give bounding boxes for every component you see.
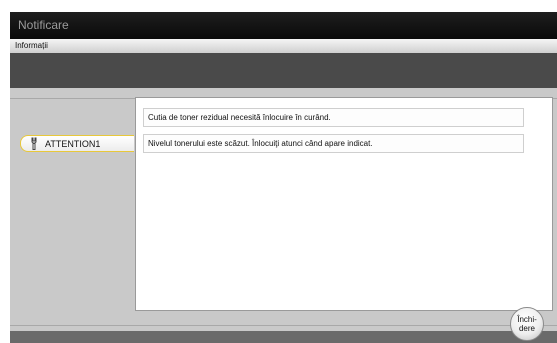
title-bar: Notificare [10,12,557,39]
subtitle-bar: Informații [10,39,557,53]
message-text: Nivelul tonerului este scăzut. Înlocuiţi… [148,139,373,148]
header-band [10,53,557,88]
message-panel: Cutia de toner rezidual necesită înlocui… [135,97,553,311]
attention-tab[interactable]: ATTENTION1 [20,135,134,152]
close-button[interactable]: Închi- dere [510,307,544,341]
close-button-label: Închi- dere [517,315,537,333]
notification-screen: Notificare Informații ATTENTION1 Cutia d… [10,12,557,343]
message-item: Cutia de toner rezidual necesită înlocui… [143,108,524,127]
message-item: Nivelul tonerului este scăzut. Înlocuiţi… [143,134,524,153]
subtitle-label: Informații [15,41,48,50]
attention-label: ATTENTION1 [45,138,101,149]
window-title: Notificare [18,18,69,32]
bottom-strip [10,331,557,343]
wrench-icon [25,137,43,151]
message-text: Cutia de toner rezidual necesită înlocui… [148,113,331,122]
